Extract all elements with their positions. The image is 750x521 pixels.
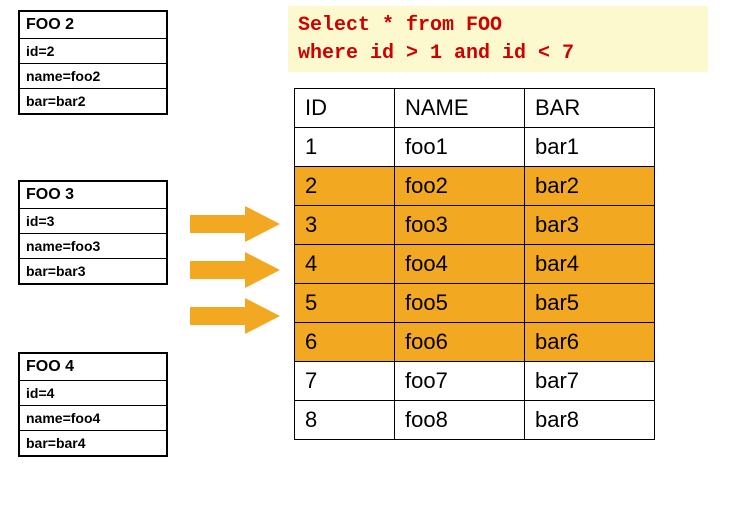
table-cell: foo5 [395,284,525,323]
arrow-right-icon [190,252,280,288]
record-field: id=2 [20,39,166,64]
table-cell: 5 [295,284,395,323]
table-row: 5foo5bar5 [295,284,655,323]
record-field: name=foo2 [20,64,166,89]
record-title: FOO 3 [20,182,166,209]
table-row: 2foo2bar2 [295,167,655,206]
table-header: BAR [525,89,655,128]
table-cell: foo3 [395,206,525,245]
record-field: name=foo3 [20,234,166,259]
table-cell: bar4 [525,245,655,284]
record-title: FOO 2 [20,12,166,39]
record-field: bar=bar4 [20,431,166,455]
record-field: bar=bar3 [20,259,166,283]
table-row: 6foo6bar6 [295,323,655,362]
result-table: ID NAME BAR 1foo1bar12foo2bar23foo3bar34… [294,88,655,440]
table-cell: 1 [295,128,395,167]
table-cell: foo1 [395,128,525,167]
sql-query-text: Select * from FOO where id > 1 and id < … [298,12,698,68]
table-row: 1foo1bar1 [295,128,655,167]
record-field: id=4 [20,381,166,406]
table-cell: 3 [295,206,395,245]
table-header: ID [295,89,395,128]
table-cell: 4 [295,245,395,284]
table-cell: bar8 [525,401,655,440]
table-header: NAME [395,89,525,128]
table-cell: foo4 [395,245,525,284]
arrow-right-icon [190,206,280,242]
record-title: FOO 4 [20,354,166,381]
table-cell: 7 [295,362,395,401]
table-cell: 6 [295,323,395,362]
record-field: bar=bar2 [20,89,166,113]
record-card: FOO 4 id=4 name=foo4 bar=bar4 [18,352,168,457]
table-cell: 2 [295,167,395,206]
table-cell: bar1 [525,128,655,167]
record-card: FOO 2 id=2 name=foo2 bar=bar2 [18,10,168,115]
sql-query-box: Select * from FOO where id > 1 and id < … [288,6,708,72]
table-cell: bar5 [525,284,655,323]
arrow-right-icon [190,298,280,334]
table-cell: 8 [295,401,395,440]
table-cell: foo2 [395,167,525,206]
table-row: 7foo7bar7 [295,362,655,401]
table-cell: bar7 [525,362,655,401]
table-cell: bar3 [525,206,655,245]
table-cell: bar6 [525,323,655,362]
table-cell: bar2 [525,167,655,206]
table-row: 4foo4bar4 [295,245,655,284]
record-field: id=3 [20,209,166,234]
record-field: name=foo4 [20,406,166,431]
sql-line-2: where id > 1 and id < 7 [298,42,574,65]
table-cell: foo7 [395,362,525,401]
table-body: 1foo1bar12foo2bar23foo3bar34foo4bar45foo… [295,128,655,440]
table-row: 8foo8bar8 [295,401,655,440]
table-row: 3foo3bar3 [295,206,655,245]
table-header-row: ID NAME BAR [295,89,655,128]
record-card: FOO 3 id=3 name=foo3 bar=bar3 [18,180,168,285]
sql-line-1: Select * from FOO [298,14,502,37]
table-cell: foo6 [395,323,525,362]
table-cell: foo8 [395,401,525,440]
